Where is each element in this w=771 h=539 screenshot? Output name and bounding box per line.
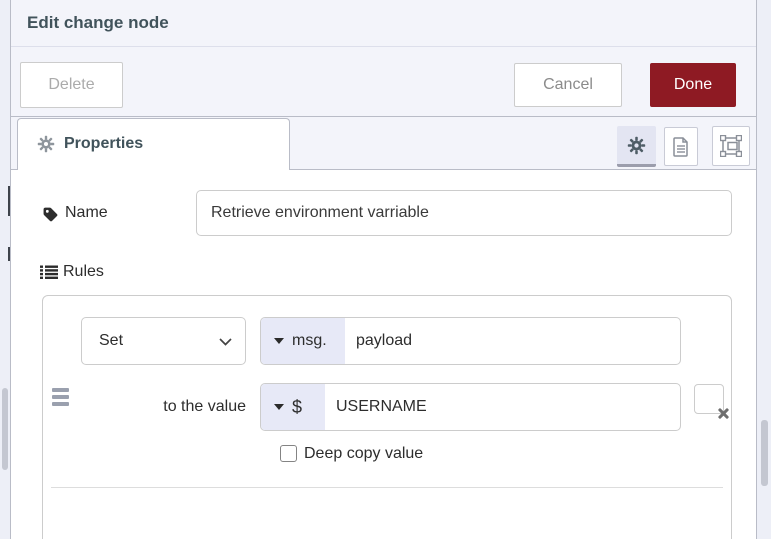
tab-properties[interactable]: Properties [17,118,290,170]
name-label: Name [65,204,108,221]
tag-icon [43,207,58,222]
tab-bar: Properties [11,117,756,170]
rules-container: Set msg. payload to the value $ USERNAME… [42,295,732,539]
property-value[interactable]: payload [345,318,412,364]
env-var-dollar-icon: $ [292,396,303,417]
rule-action-select[interactable]: Set [81,317,246,365]
caret-down-icon [274,404,284,410]
cancel-button[interactable]: Cancel [514,63,622,107]
tab-properties-label: Properties [64,135,144,152]
to-the-value-label: to the value [163,398,246,415]
description-toolbar-button[interactable] [664,127,698,166]
done-button[interactable]: Done [650,63,736,107]
property-typed-input[interactable]: msg. payload [260,317,681,365]
caret-down-icon [274,338,284,344]
property-type-button[interactable]: msg. [261,318,345,364]
property-type-label: msg. [292,332,327,349]
rule-action-value: Set [99,332,124,349]
delete-button[interactable]: Delete [20,62,123,108]
value-text[interactable]: USERNAME [325,384,427,430]
list-icon [40,265,58,280]
properties-toolbar-button[interactable] [617,126,656,167]
rule-divider [51,487,723,488]
dialog-button-bar: Delete Cancel Done [11,47,756,117]
deep-copy-checkbox[interactable] [280,445,297,462]
rules-label: Rules [63,263,104,280]
left-scrollbar-thumb[interactable] [2,388,8,470]
remove-rule-button[interactable] [694,384,730,420]
document-icon [673,136,688,157]
gear-icon [37,135,55,153]
dialog-header: Edit change node [11,0,756,47]
dialog-title: Edit change node [27,13,169,32]
appearance-toolbar-button[interactable] [712,126,750,166]
right-scrollbar-thumb[interactable] [761,420,768,486]
appearance-icon [720,135,742,157]
node-red-editor-background: Edit change node Delete Cancel Done Prop… [0,0,771,539]
edit-change-node-dialog: Edit change node Delete Cancel Done Prop… [10,0,757,539]
name-input[interactable] [196,190,732,236]
value-type-button[interactable]: $ [261,384,325,430]
value-typed-input[interactable]: $ USERNAME [260,383,681,431]
chevron-down-icon [219,338,232,346]
gear-icon [627,136,646,154]
drag-handle-icon[interactable] [52,388,69,409]
properties-form: Name Rules Set [11,170,756,539]
deep-copy-label: Deep copy value [304,445,424,462]
